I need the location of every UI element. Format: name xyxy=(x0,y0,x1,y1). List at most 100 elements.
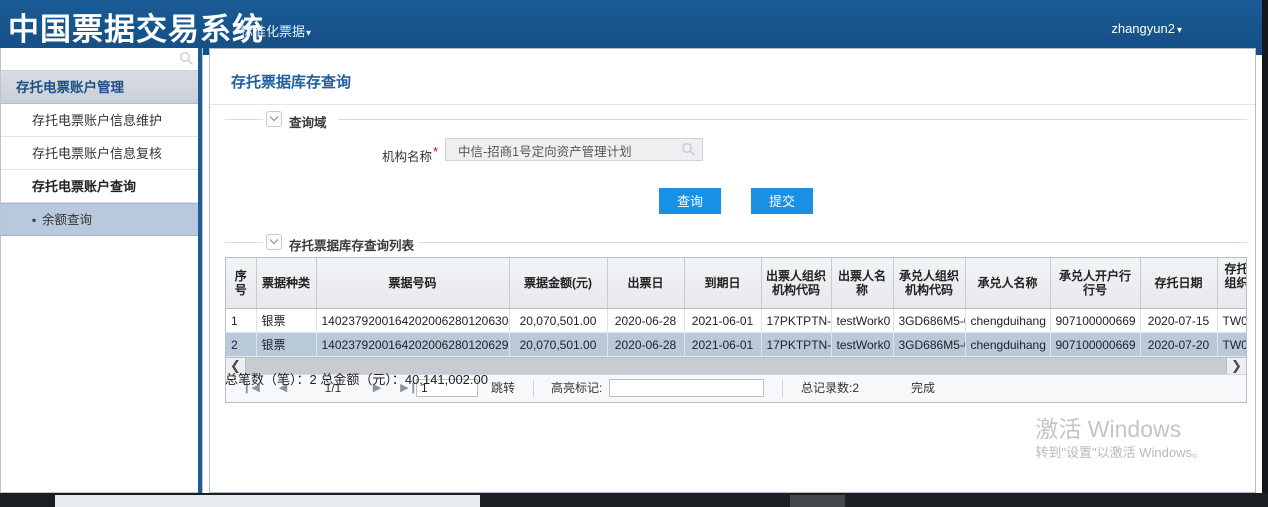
chevron-down-icon: ▾ xyxy=(1176,25,1182,36)
col-header-deposit-date[interactable]: 存托日期 xyxy=(1140,258,1218,309)
table-row[interactable]: 2 银票 14023792001642020062801206298 4 20,… xyxy=(226,332,1246,357)
org-name-label: 机构名称* xyxy=(382,144,438,165)
org-name-input[interactable] xyxy=(456,142,675,158)
sidebar-search[interactable] xyxy=(1,48,202,71)
col-header-applicant-code[interactable]: 存托申请人组织机构代码 xyxy=(1217,258,1246,309)
cell-drawer-name: testWork0 xyxy=(831,308,894,333)
chevron-down-icon: ▾ xyxy=(306,28,312,39)
highlight-label: 高亮标记: xyxy=(551,381,603,395)
cell-acceptor-bank: 907100000669 xyxy=(1050,332,1141,357)
sidebar-item-label: 存托电票账户信息复核 xyxy=(32,146,163,161)
legend-label: 存托票据库存查询列表 xyxy=(289,235,421,254)
table-body: 1 银票 14023792001642020062801206300 8 20,… xyxy=(226,308,1246,357)
cell-acceptor-code: 3GD686M5-0 xyxy=(893,332,966,357)
watermark-line-2: 转到"设置"以激活 Windows。 xyxy=(1035,445,1205,460)
table-head: 序号 票据种类 票据号码 票据金额(元) 出票日 到期日 出票人组织机构代码 出… xyxy=(226,258,1246,309)
watermark-line-1: 激活 Windows xyxy=(1035,416,1182,442)
pager-separator xyxy=(782,380,783,397)
cell-index: 2 xyxy=(226,332,257,357)
cell-bill-type: 银票 xyxy=(256,308,317,333)
sidebar: 存托电票账户管理 存托电票账户信息维护 存托电票账户信息复核 存托电票账户查询 … xyxy=(0,48,203,493)
sidebar-item-label: 存托电票账户查询 xyxy=(32,179,137,194)
cell-drawer-name: testWork0 xyxy=(831,332,894,357)
cell-bill-amount: 20,070,501.00 xyxy=(509,308,608,333)
legend-line-left xyxy=(225,119,263,120)
submit-button[interactable]: 提交 xyxy=(751,188,813,214)
chevron-down-icon xyxy=(269,116,279,122)
sidebar-item-label: 存托电票账户信息维护 xyxy=(32,113,163,128)
nav-item-label: 标准化票据 xyxy=(240,24,306,39)
collapse-toggle-icon[interactable] xyxy=(266,111,282,127)
results-table: 序号 票据种类 票据号码 票据金额(元) 出票日 到期日 出票人组织机构代码 出… xyxy=(226,258,1246,357)
legend-line-right xyxy=(338,119,1247,120)
col-header-acceptor-code[interactable]: 承兑人组织机构代码 xyxy=(893,258,966,309)
sidebar-divider xyxy=(198,48,202,493)
scroll-right-arrow-icon[interactable]: ❯ xyxy=(1226,358,1246,374)
title-divider xyxy=(210,104,1255,105)
page-title: 存托票据库存查询 xyxy=(231,74,352,91)
sidebar-item-account-info-maintain[interactable]: 存托电票账户信息维护 xyxy=(1,104,202,137)
org-name-field[interactable] xyxy=(445,138,703,161)
user-menu-label: zhangyun2 xyxy=(1111,21,1175,36)
cell-deposit-date: 2020-07-15 xyxy=(1140,308,1218,333)
col-header-drawer-name[interactable]: 出票人名称 xyxy=(831,258,894,309)
app-brand-title: 中国票据交易系统 xyxy=(8,12,264,48)
browser-window: 中国票据交易系统 标准化票据▾ zhangyun2 ▾ 存托电票账户管理 存托电… xyxy=(0,0,1268,493)
col-header-bill-amount[interactable]: 票据金额(元) xyxy=(509,258,608,309)
content-panel: 存托票据库存查询 查询域 机构名称* 中信-招商1号定向资产管理计划 查询 提交… xyxy=(209,48,1256,493)
cell-applicant-code: TW0MJCDG xyxy=(1217,308,1246,333)
search-icon xyxy=(179,51,194,66)
table-row[interactable]: 1 银票 14023792001642020062801206300 8 20,… xyxy=(226,308,1246,333)
cell-drawer-code: 17PKTPTN-6 xyxy=(761,308,832,333)
bullet-icon: ▪ xyxy=(32,213,37,227)
legend-line-right xyxy=(418,242,1247,243)
chevron-down-icon xyxy=(269,239,279,245)
os-taskbar[interactable] xyxy=(0,493,1268,507)
col-header-index[interactable]: 序号 xyxy=(226,258,257,309)
app-root: 中国票据交易系统 标准化票据▾ zhangyun2 ▾ 存托电票账户管理 存托电… xyxy=(0,0,1268,507)
summary-text: 总笔数（笔）：2 总金额（元）：40,141,002.00 xyxy=(225,372,488,387)
required-asterisk: * xyxy=(433,144,439,159)
pager-jump-label[interactable]: 跳转 xyxy=(491,375,515,402)
nav-item-standardized-bills[interactable]: 标准化票据▾ xyxy=(240,21,311,40)
taskbar-segment-active[interactable] xyxy=(55,495,480,507)
col-header-due-date[interactable]: 到期日 xyxy=(684,258,762,309)
col-header-bill-number[interactable]: 票据号码 xyxy=(316,258,510,309)
sidebar-group-title[interactable]: 存托电票账户管理 xyxy=(1,71,202,104)
cell-issue-date: 2020-06-28 xyxy=(607,308,685,333)
col-header-acceptor-name[interactable]: 承兑人名称 xyxy=(965,258,1051,309)
cell-index: 1 xyxy=(226,308,257,333)
windows-activation-watermark: 激活 Windows 转到"设置"以激活 Windows。 xyxy=(1035,415,1205,462)
query-button[interactable]: 查询 xyxy=(659,188,721,214)
sidebar-item-label: 余额查询 xyxy=(42,213,93,227)
cell-deposit-date: 2020-07-20 xyxy=(1140,332,1218,357)
cell-bill-number: 14023792001642020062801206298 4 xyxy=(316,332,510,357)
cell-due-date: 2021-06-01 xyxy=(684,308,762,333)
taskbar-segment-tray[interactable] xyxy=(790,495,845,507)
col-header-issue-date[interactable]: 出票日 xyxy=(607,258,685,309)
collapse-toggle-icon[interactable] xyxy=(266,234,282,250)
pager-separator xyxy=(533,380,534,397)
col-header-drawer-code[interactable]: 出票人组织机构代码 xyxy=(761,258,832,309)
cell-issue-date: 2020-06-28 xyxy=(607,332,685,357)
app-header: 中国票据交易系统 标准化票据▾ zhangyun2 ▾ xyxy=(0,0,1262,55)
legend-line-left xyxy=(225,242,263,243)
user-menu[interactable]: zhangyun2 ▾ xyxy=(1111,21,1182,36)
cell-due-date: 2021-06-01 xyxy=(684,332,762,357)
search-icon[interactable] xyxy=(681,142,696,157)
cell-applicant-code: TW0MJCDG xyxy=(1217,332,1246,357)
cell-bill-amount: 20,070,501.00 xyxy=(509,332,608,357)
col-header-bill-type[interactable]: 票据种类 xyxy=(256,258,317,309)
search-input[interactable] xyxy=(4,50,178,70)
cell-acceptor-code: 3GD686M5-0 xyxy=(893,308,966,333)
cell-acceptor-name: chengduihang xyxy=(965,308,1051,333)
highlight-input[interactable] xyxy=(609,379,764,397)
col-header-acceptor-bank[interactable]: 承兑人开户行行号 xyxy=(1050,258,1141,309)
org-name-label-text: 机构名称 xyxy=(382,150,433,165)
cell-bill-number: 14023792001642020062801206300 8 xyxy=(316,308,510,333)
sidebar-item-account-info-review[interactable]: 存托电票账户信息复核 xyxy=(1,137,202,170)
query-section-legend: 查询域 xyxy=(210,111,1255,131)
total-records-label: 总记录数:2 xyxy=(801,381,860,395)
sidebar-item-balance-query[interactable]: ▪ 余额查询 xyxy=(1,203,202,236)
sidebar-item-account-query[interactable]: 存托电票账户查询 xyxy=(1,170,202,203)
